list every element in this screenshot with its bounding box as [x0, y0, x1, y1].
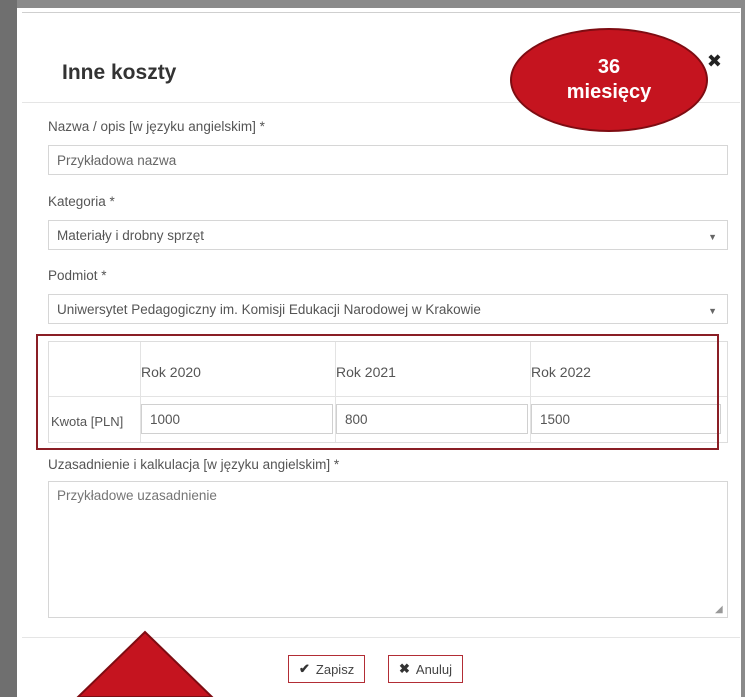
category-label: Kategoria *: [48, 194, 115, 209]
name-label: Nazwa / opis [w języku angielskim] *: [48, 119, 265, 134]
category-value: Materiały i drobny sprzęt: [57, 227, 205, 243]
duration-number: 36: [597, 56, 621, 78]
modal-title: Inne koszty: [62, 61, 177, 84]
chevron-down-icon: ▼: [708, 232, 717, 242]
cancel-button-label: Anuluj: [415, 661, 453, 677]
resize-grip-icon[interactable]: ◢: [715, 604, 723, 615]
justification-label: Uzasadnienie i kalkulacja [w języku angi…: [48, 457, 340, 472]
highlight-frame: [36, 334, 719, 450]
name-input[interactable]: [48, 145, 728, 175]
close-icon[interactable]: ✖: [707, 51, 722, 72]
close-icon: ✖: [399, 661, 410, 676]
duration-unit: miesięcy: [566, 81, 652, 103]
category-select[interactable]: Materiały i drobny sprzęt ▼: [48, 220, 728, 250]
save-button[interactable]: ✔ Zapisz: [288, 655, 366, 683]
backdrop: [741, 0, 745, 697]
footer-divider: [22, 637, 740, 638]
check-icon: ✔: [299, 661, 310, 676]
entity-value: Uniwersytet Pedagogiczny im. Komisji Edu…: [57, 301, 481, 317]
chevron-down-icon: ▼: [708, 306, 717, 316]
backdrop: [0, 0, 17, 697]
backdrop: [0, 0, 745, 8]
justification-textarea[interactable]: [48, 481, 728, 618]
duration-badge: 36 miesięcy: [510, 28, 708, 132]
cancel-button[interactable]: ✖ Anuluj: [388, 655, 464, 683]
save-button-label: Zapisz: [315, 661, 355, 677]
entity-label: Podmiot *: [48, 268, 107, 283]
entity-select[interactable]: Uniwersytet Pedagogiczny im. Komisji Edu…: [48, 294, 728, 324]
